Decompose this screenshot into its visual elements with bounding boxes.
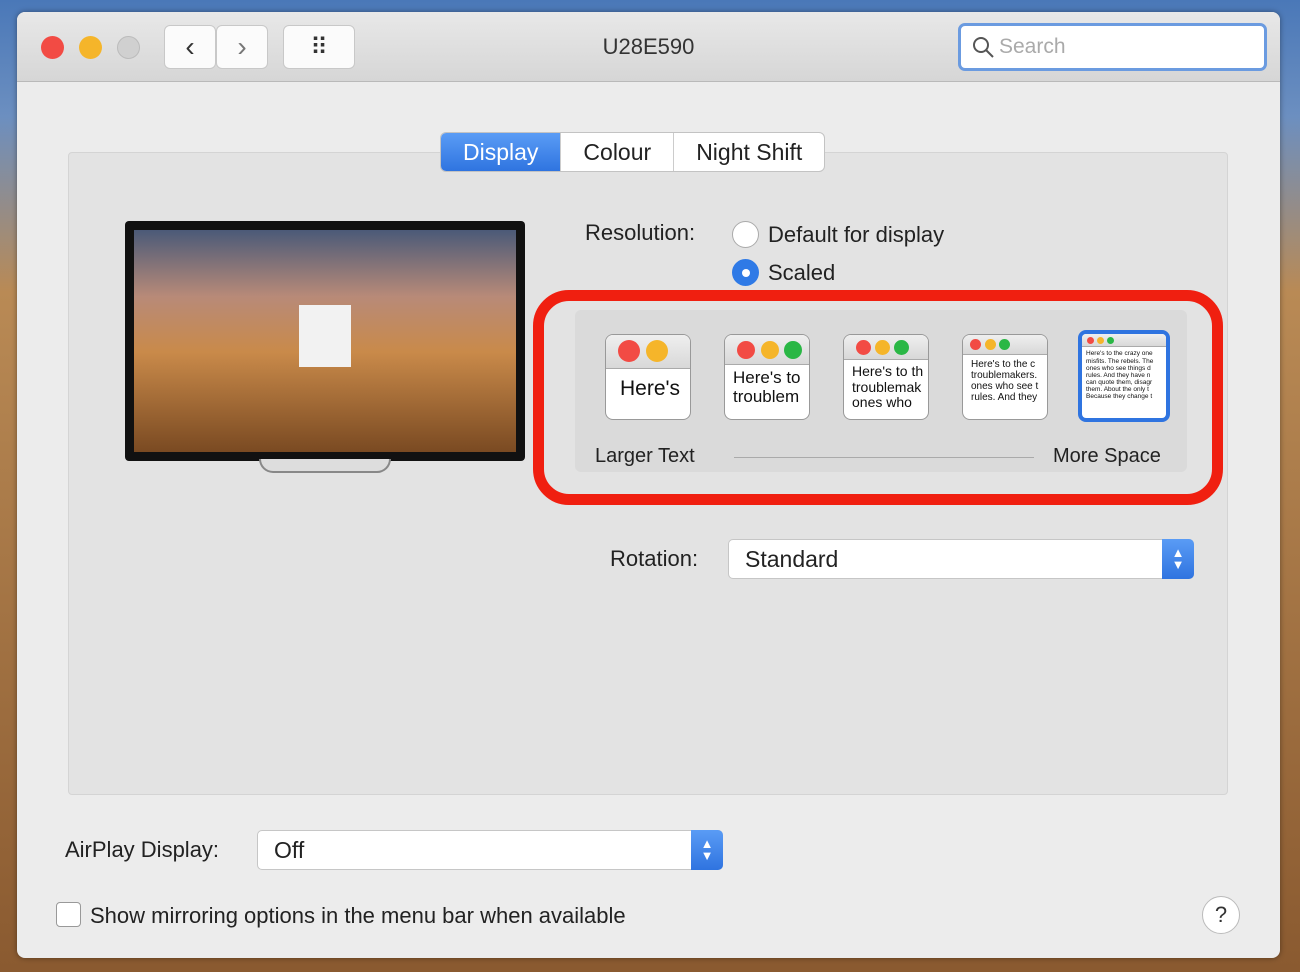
- monitor-stand: [259, 459, 391, 473]
- display-preferences-window: ‹ › ⠿ U28E590 Search Display Colour Nigh…: [17, 12, 1280, 958]
- help-button[interactable]: ?: [1202, 896, 1240, 934]
- rotation-select[interactable]: Standard ▲ ▼: [728, 539, 1194, 579]
- airplay-select[interactable]: Off ▲ ▼: [257, 830, 723, 870]
- tab-colour[interactable]: Colour: [560, 133, 673, 171]
- radio-default-for-display[interactable]: [732, 221, 759, 248]
- radio-scaled[interactable]: [732, 259, 759, 286]
- scaled-label[interactable]: Scaled: [768, 260, 835, 286]
- tab-display[interactable]: Display: [441, 133, 561, 171]
- help-icon: ?: [1214, 902, 1228, 927]
- default-for-display-label[interactable]: Default for display: [768, 222, 944, 248]
- updown-chevron-icon: ▲ ▼: [691, 830, 723, 870]
- search-icon: [973, 37, 994, 58]
- updown-chevron-icon: ▲ ▼: [1162, 539, 1194, 579]
- rotation-value: Standard: [745, 545, 839, 572]
- tab-night-shift[interactable]: Night Shift: [673, 133, 824, 171]
- monitor-image: [125, 221, 525, 461]
- title-bar: ‹ › ⠿ U28E590 Search: [17, 12, 1280, 82]
- tab-bar: Display Colour Night Shift: [440, 132, 826, 172]
- mirroring-checkbox[interactable]: [56, 902, 81, 927]
- rotation-label: Rotation:: [610, 546, 699, 571]
- search-placeholder: Search: [999, 35, 1066, 58]
- airplay-value: Off: [274, 836, 305, 863]
- mirroring-label[interactable]: Show mirroring options in the menu bar w…: [90, 903, 626, 929]
- highlight-annotation: [533, 290, 1223, 505]
- search-input[interactable]: Search: [958, 23, 1267, 71]
- resolution-label: Resolution:: [585, 220, 696, 245]
- airplay-label: AirPlay Display:: [65, 837, 220, 862]
